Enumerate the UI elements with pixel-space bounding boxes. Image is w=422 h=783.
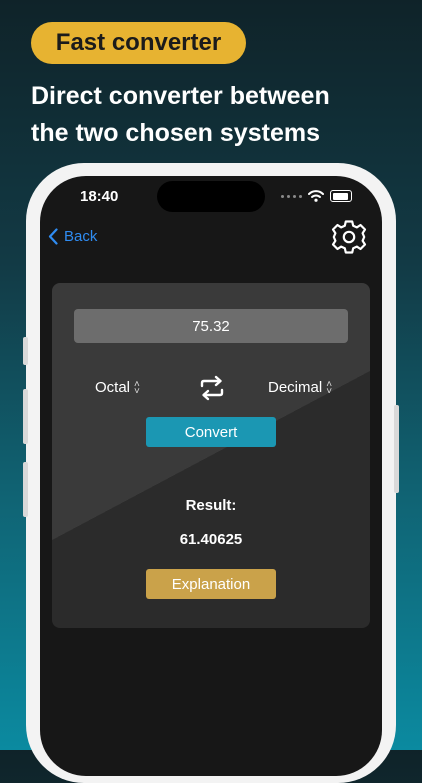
chevron-updown-icon: ˄ ˅ [326, 378, 333, 397]
dynamic-island [157, 181, 265, 212]
chevron-left-icon [48, 228, 58, 245]
explanation-button[interactable]: Explanation [146, 569, 276, 599]
status-time: 18:40 [80, 188, 119, 205]
headline-line-1: Direct converter between [31, 82, 330, 110]
promo-badge: Fast converter [31, 22, 246, 64]
phone-side-button [394, 405, 399, 493]
battery-icon [330, 190, 352, 202]
from-system-picker[interactable]: Octal ˄ ˅ [95, 379, 140, 396]
from-system-label: Octal [95, 379, 131, 396]
converter-card: Octal ˄˅ Decimal ˄˅ Convert Result: 61.4… [52, 283, 370, 628]
result-value: 61.40625 [179, 531, 243, 548]
promo-headline: Direct converter between the two chosen … [31, 78, 411, 152]
to-system-picker[interactable]: Decimal ˄ ˅ [268, 379, 332, 396]
gear-icon[interactable] [331, 219, 367, 255]
to-system-label: Decimal [268, 379, 323, 396]
result-label: Result: [185, 497, 237, 514]
back-label: Back [64, 228, 98, 245]
phone-side-button [23, 337, 28, 365]
swap-arrows-icon[interactable] [198, 374, 226, 402]
status-icons [281, 190, 352, 202]
back-button[interactable]: Back [48, 228, 97, 245]
convert-button[interactable]: Convert [146, 417, 276, 447]
signal-dots-icon [281, 194, 302, 198]
chevron-updown-icon: ˄ ˅ [134, 378, 140, 397]
wifi-icon [308, 190, 324, 202]
number-input[interactable] [74, 309, 348, 343]
phone-side-button [23, 389, 28, 444]
phone-side-button [23, 462, 28, 517]
headline-line-2: the two chosen systems [31, 119, 320, 147]
phone-screen: 18:40 Back Octal ˄˅ [40, 176, 382, 776]
